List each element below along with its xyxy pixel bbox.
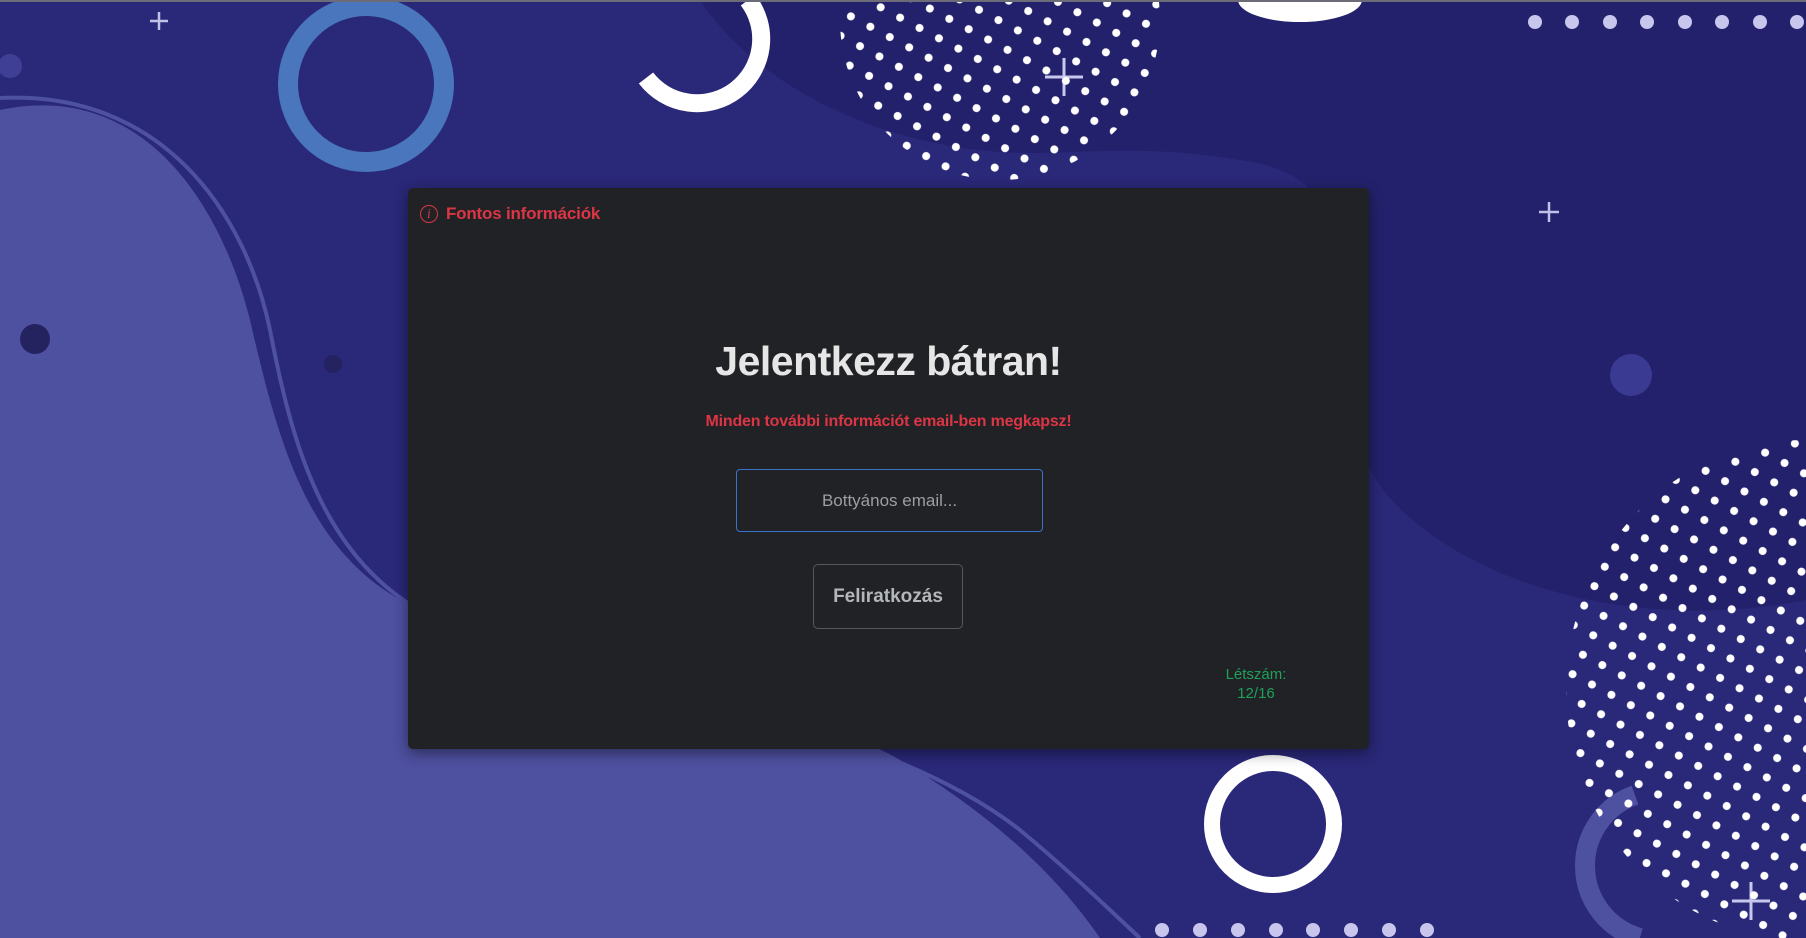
subscribe-button[interactable]: Feliratkozás xyxy=(813,564,963,629)
window-top-edge xyxy=(0,0,1806,2)
important-info-label: Fontos információk xyxy=(446,204,601,223)
capacity-value: 12/16 xyxy=(1237,685,1275,702)
dot-decoration xyxy=(20,324,50,354)
ring-decoration xyxy=(1204,755,1342,893)
page-subtitle: Minden további információt email-ben meg… xyxy=(705,413,1072,430)
email-input[interactable] xyxy=(736,469,1043,532)
signup-card: i Fontos információk Jelentkezz bátran! … xyxy=(408,188,1369,749)
dot-decoration xyxy=(1610,354,1652,396)
capacity-indicator: Létszám: 12/16 xyxy=(1208,665,1304,703)
info-circle-icon: i xyxy=(420,205,438,223)
dot-row-bottom xyxy=(1155,923,1434,937)
dot-decoration xyxy=(324,355,342,373)
important-info-link[interactable]: i Fontos információk xyxy=(420,204,600,224)
ring-decoration xyxy=(278,0,454,172)
page-title: Jelentkezz bátran! xyxy=(715,338,1062,384)
dot-decoration xyxy=(0,54,22,78)
capacity-label: Létszám: xyxy=(1225,666,1287,683)
